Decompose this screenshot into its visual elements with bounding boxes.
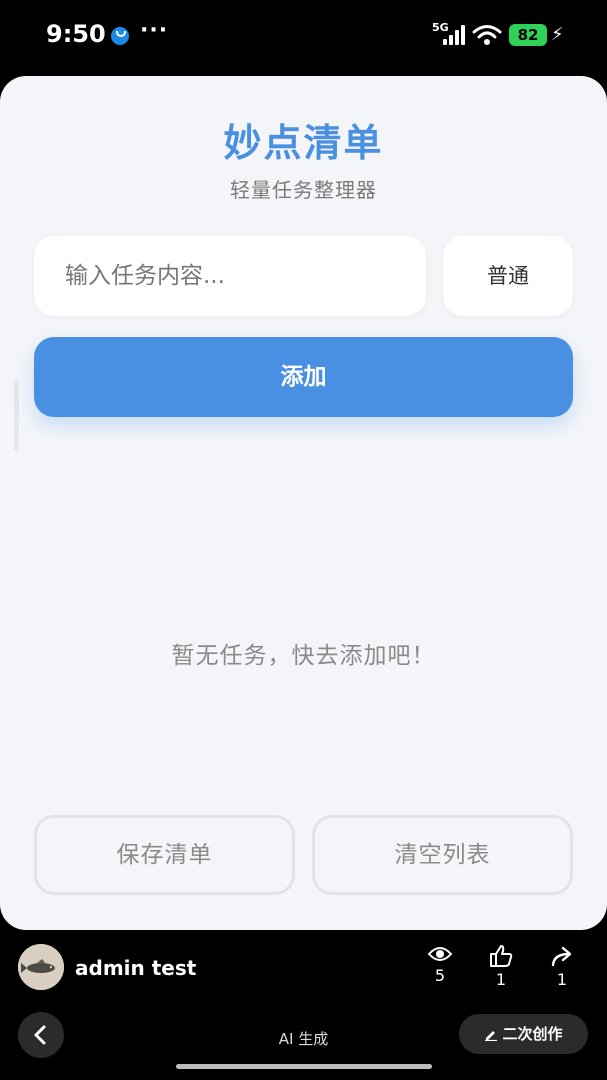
task-input[interactable]	[34, 236, 426, 316]
app-card: 妙点清单 轻量任务整理器 普通 添加 暂无任务，快去添加吧！ 保存清单 清空列表	[0, 76, 607, 930]
signal-icon	[443, 25, 467, 45]
save-list-button[interactable]: 保存清单	[34, 815, 295, 895]
views-count: 5	[434, 966, 446, 985]
wifi-icon	[472, 25, 502, 45]
app-subtitle: 轻量任务整理器	[230, 178, 377, 202]
charging-bolt-icon: ⚡	[551, 24, 564, 45]
screen: 9:50 ··· 5G 82 ⚡ 妙点清单 轻量任务整理器 普通 添加 暂无任务…	[0, 0, 607, 1080]
clear-list-button[interactable]: 清空列表	[312, 815, 573, 895]
status-time: 9:50	[46, 20, 106, 48]
scroll-indicator	[14, 381, 19, 451]
pencil-icon	[485, 1031, 498, 1042]
like-button[interactable]: 1	[481, 944, 521, 989]
eye-icon	[427, 947, 453, 961]
share-arrow-icon	[551, 946, 572, 967]
shares-count: 1	[556, 970, 568, 989]
author-name[interactable]: admin test	[75, 956, 196, 980]
fish-painting-avatar-icon	[18, 944, 64, 990]
empty-state-message: 暂无任务，快去添加吧！	[171, 643, 436, 669]
author-avatar[interactable]	[18, 944, 64, 990]
add-task-button[interactable]: 添加	[34, 337, 573, 417]
views-stat[interactable]: 5	[420, 944, 460, 985]
home-indicator[interactable]	[176, 1064, 432, 1069]
app-title: 妙点清单	[223, 121, 384, 165]
app-notification-icon	[111, 27, 129, 45]
status-bar: 9:50 ··· 5G 82 ⚡	[0, 0, 607, 70]
more-notifications-icon: ···	[140, 18, 169, 43]
battery-indicator: 82	[509, 24, 547, 46]
remix-label: 二次创作	[502, 1025, 563, 1043]
priority-select[interactable]: 普通	[443, 236, 573, 316]
likes-count: 1	[495, 970, 507, 989]
remix-button[interactable]: 二次创作	[459, 1014, 588, 1054]
thumbs-up-icon	[490, 945, 513, 967]
share-button[interactable]: 1	[542, 944, 582, 989]
